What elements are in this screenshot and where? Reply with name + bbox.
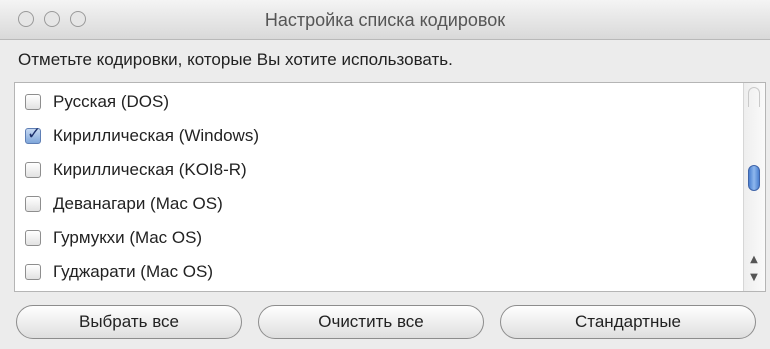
vertical-scrollbar[interactable]: ▲ ▼ (743, 83, 765, 291)
encoding-checkbox[interactable] (25, 196, 41, 212)
encoding-label: Кириллическая (KOI8-R) (53, 160, 247, 179)
encoding-list[interactable]: Русская (DOS) Кириллическая (Windows) Ки… (14, 82, 766, 292)
encoding-label: Кириллическая (Windows) (53, 126, 259, 145)
encoding-label: Русская (DOS) (53, 92, 170, 111)
clear-all-button[interactable]: Очистить все (258, 305, 484, 339)
window-title: Настройка списка кодировок (264, 10, 506, 30)
instruction-text: Отметьте кодировки, которые Вы хотите ис… (18, 50, 453, 69)
scroll-up-arrow-icon[interactable]: ▲ (748, 253, 760, 267)
defaults-button[interactable]: Стандартные (500, 305, 756, 339)
list-item[interactable]: Русская (DOS) (15, 85, 735, 119)
encoding-list-window: Настройка списка кодировок Отметьте коди… (0, 0, 770, 349)
encoding-checkbox[interactable] (25, 162, 41, 178)
scroll-down-arrow-icon[interactable]: ▼ (748, 271, 760, 285)
encoding-checkbox[interactable] (25, 124, 41, 144)
encoding-checkbox[interactable] (25, 94, 41, 110)
list-item[interactable]: Гурмукхи (Mac OS) (15, 221, 735, 255)
scrollbar-thumb[interactable] (748, 165, 760, 191)
list-item[interactable]: Деванагари (Mac OS) (15, 187, 735, 221)
encoding-checkbox[interactable] (25, 264, 41, 280)
encoding-label: Гуджарати (Mac OS) (53, 262, 214, 281)
list-item[interactable]: Гуджарати (Mac OS) (15, 255, 735, 289)
encoding-checkbox[interactable] (25, 230, 41, 246)
encoding-label: Деванагари (Mac OS) (53, 194, 223, 213)
select-all-button[interactable]: Выбрать все (16, 305, 242, 339)
encoding-label: Гурмукхи (Mac OS) (53, 228, 203, 247)
title-bar[interactable]: Настройка списка кодировок (0, 0, 770, 40)
scrollbar-track-cap (748, 87, 760, 107)
list-item[interactable]: Кириллическая (Windows) (15, 119, 735, 153)
list-item[interactable]: Кириллическая (KOI8-R) (15, 153, 735, 187)
